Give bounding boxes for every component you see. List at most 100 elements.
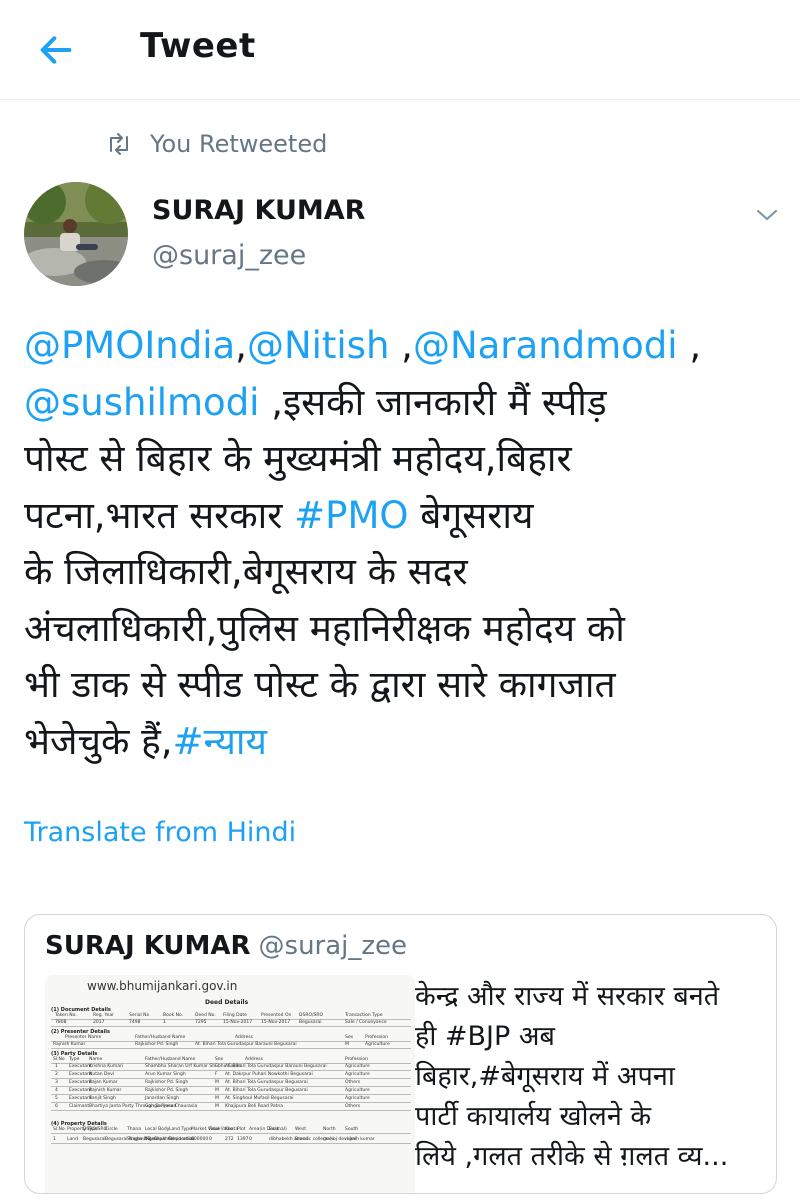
quoted-tweet[interactable]: SURAJ KUMAR @suraj_zee www.bhumijankari.g… xyxy=(24,914,777,1194)
tweet-text-line: भी डाक से स्पीड पोस्ट के द्वारा सारे काग… xyxy=(24,657,784,714)
table-cell: Rajkishor Pd. Singh xyxy=(135,1042,179,1047)
table-cell: Name xyxy=(89,1057,103,1062)
tweet-text-line: के जिलाधिकारी,बेगूसराय के सदर xyxy=(24,544,784,601)
table-row: M xyxy=(215,1096,219,1101)
table-cell: 1 xyxy=(53,1137,56,1142)
table-cell: Sex xyxy=(345,1035,354,1040)
table-row: Ganga Prasad xyxy=(145,1104,177,1109)
translate-link[interactable]: Translate from Hindi xyxy=(24,817,296,848)
table-cell: Address xyxy=(235,1035,253,1040)
quoted-author-handle: @suraj_zee xyxy=(258,931,408,961)
table-cell: Token No. xyxy=(55,1013,77,1018)
tweet-text-segment: पटना,भारत सरकार xyxy=(24,493,295,537)
table-cell: Transaction Type xyxy=(345,1013,383,1018)
mention-link[interactable]: @sushilmodi xyxy=(24,381,259,424)
tweet-text: @PMOIndia,@Nitish ,@Narandmodi , @sushilm… xyxy=(24,318,784,770)
tweet-text-segment: ,इसकी जानकारी मैं स्पीड़ xyxy=(259,380,607,424)
tweet-text-segment: , xyxy=(389,324,413,367)
tweet-text-line: पोस्ट से बिहार के मुख्यमंत्री महोदय,बिहा… xyxy=(24,431,784,488)
table-cell: North xyxy=(323,1127,336,1132)
mention-link[interactable]: @Narandmodi xyxy=(413,324,678,367)
tweet-text-line: @sushilmodi ,इसकी जानकारी मैं स्पीड़ xyxy=(24,375,784,432)
table-cell: Filing Date xyxy=(223,1013,247,1018)
table-cell: 0 xyxy=(209,1137,212,1142)
table-cell: 600000 xyxy=(191,1137,209,1142)
hashtag-link[interactable]: #न्याय xyxy=(173,720,267,763)
table-rule xyxy=(51,1078,411,1079)
table-row: Rajan Kumar xyxy=(89,1080,118,1085)
table-cell: DSRO/SRO xyxy=(83,1127,108,1132)
quoted-tweet-image[interactable]: www.bhumijankari.gov.in Deed Details (1) D… xyxy=(45,975,415,1193)
table-row: F xyxy=(215,1064,218,1069)
table-row: Sanjit Singh xyxy=(89,1096,116,1101)
table-row: 3 xyxy=(55,1080,58,1085)
tweet-text-segment: के जिलाधिकारी,बेगूसराय के सदर xyxy=(24,550,468,593)
table-rule xyxy=(51,1133,411,1134)
tweet-text-segment: , xyxy=(677,324,702,367)
table-cell: 7808 xyxy=(55,1020,67,1025)
table-row: 5 xyxy=(55,1096,58,1101)
table-cell: 1397 xyxy=(237,1137,249,1142)
table-rule xyxy=(51,1102,411,1103)
table-cell: Plot xyxy=(237,1127,246,1132)
avatar[interactable] xyxy=(24,182,128,286)
table-cell: Rajnish Kumar xyxy=(53,1042,86,1047)
table-row: Nutan Devi xyxy=(89,1072,115,1077)
table-cell: Thana xyxy=(127,1127,141,1132)
top-bar: Tweet xyxy=(0,0,800,100)
table-row: M xyxy=(215,1080,219,1085)
mention-link[interactable]: @Nitish xyxy=(247,324,389,367)
tweet-text-segment: अंचलाधिकारी,पुलिस महानिरीक्षक महोदय को xyxy=(24,606,625,650)
quoted-author-name: SURAJ KUMAR xyxy=(45,931,251,961)
table-row: F xyxy=(215,1072,218,1077)
table-cell: Sex xyxy=(215,1057,224,1062)
table-cell: Reg. Year xyxy=(93,1013,114,1018)
tweet-menu-button[interactable] xyxy=(750,198,784,232)
table-row: At. Bihari Tola Gurudaspur Begusarai xyxy=(225,1080,308,1085)
author-name[interactable]: SURAJ KUMAR xyxy=(152,195,365,226)
table-row: At. Bihari Tola Gurudaspur Barauni Begus… xyxy=(225,1064,327,1069)
table-cell: DSRO/SRO xyxy=(299,1013,324,1018)
hashtag-link[interactable]: #PMO xyxy=(294,494,408,537)
table-row: Janardan Singh xyxy=(145,1096,180,1101)
table-cell: South xyxy=(345,1127,359,1132)
mention-link[interactable]: @PMOIndia xyxy=(24,324,235,367)
table-cell: 0 xyxy=(249,1137,252,1142)
tweet-text-line: अंचलाधिकारी,पुलिस महानिरीक्षक महोदय को xyxy=(24,601,784,658)
table-cell: Sale / Conveyance xyxy=(345,1020,387,1025)
table-cell: Local Body xyxy=(145,1127,170,1132)
table-cell: Profession xyxy=(365,1035,389,1040)
tweet-text-segment: , xyxy=(235,324,247,367)
table-cell: Presented On xyxy=(261,1013,292,1018)
table-rule xyxy=(51,1048,411,1049)
table-row: Rajnish Kumar xyxy=(89,1088,122,1093)
table-cell: Area(in Decimal) xyxy=(249,1127,287,1132)
tweet-text-line: पटना,भारत सरकार #PMO बेगूसराय xyxy=(24,488,784,545)
arrow-left-icon xyxy=(40,36,72,64)
table-row: At. Bihari Tola Gurudaspur Begusarai xyxy=(225,1088,308,1093)
table-cell: Book No. xyxy=(163,1013,184,1018)
table-cell: Serial No xyxy=(129,1013,150,1018)
table-row: 4 xyxy=(55,1088,58,1093)
quoted-tweet-header: SURAJ KUMAR @suraj_zee xyxy=(45,931,407,961)
table-row: Agriculture xyxy=(345,1064,370,1069)
document-title: Deed Details xyxy=(205,999,249,1006)
chevron-down-icon xyxy=(756,209,778,221)
table-row: 2 xyxy=(55,1072,58,1077)
quoted-text-line: लिये ,गलत तरीके से ग़लत व्य... xyxy=(415,1141,729,1172)
quoted-text-line: बिहार,#बेगूसराय में अपना xyxy=(415,1061,675,1092)
table-row: At. Singhoul Mufasil Begusarai xyxy=(225,1096,294,1101)
table-row: Rajkishor Pd. Singh xyxy=(145,1088,189,1093)
table-cell: 7498 xyxy=(129,1020,141,1025)
table-cell: Land Type xyxy=(169,1127,192,1132)
page-title: Tweet xyxy=(140,26,256,66)
back-button[interactable] xyxy=(28,22,84,78)
table-row: Rajkishor Pd. Singh xyxy=(145,1080,189,1085)
author-handle[interactable]: @suraj_zee xyxy=(152,240,306,271)
table-cell: Presenter Name xyxy=(65,1035,102,1040)
table-cell: 15-Nov-2017 xyxy=(261,1020,291,1025)
table-row: 6 xyxy=(55,1104,58,1109)
document-url: www.bhumijankari.gov.in xyxy=(87,979,238,993)
table-cell: 7295 xyxy=(195,1020,207,1025)
table-row: At. Dakrpur Puhari Nowkothi Begusarai xyxy=(225,1072,313,1077)
